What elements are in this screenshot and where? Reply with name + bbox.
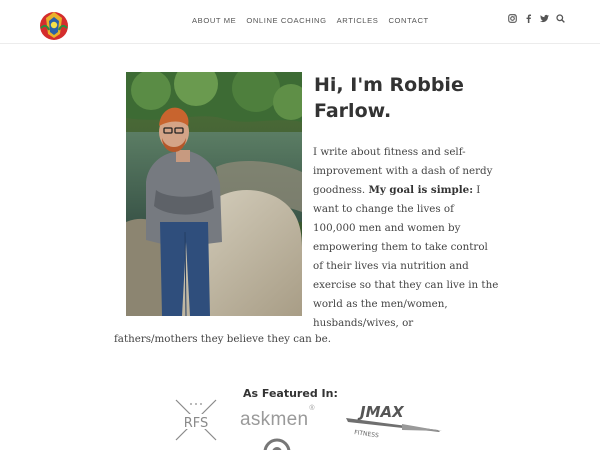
site-header: ABOUT ME ONLINE COACHING ARTICLES CONTAC… <box>0 0 600 44</box>
askmen-registered-mark: ® <box>309 404 315 412</box>
askmen-logo: askmen® <box>240 405 315 431</box>
nav-online-coaching[interactable]: ONLINE COACHING <box>246 16 326 25</box>
main-nav: ABOUT ME ONLINE COACHING ARTICLES CONTAC… <box>192 16 439 25</box>
bio-emphasis: My goal is simple: <box>368 184 474 196</box>
rfs-logo: RFS <box>175 399 217 441</box>
nav-articles[interactable]: ARTICLES <box>337 16 379 25</box>
twitter-icon[interactable] <box>540 14 549 23</box>
facebook-icon[interactable] <box>524 14 533 23</box>
search-icon[interactable] <box>556 14 565 23</box>
portrait-photo <box>126 72 302 316</box>
nav-contact[interactable]: CONTACT <box>388 16 428 25</box>
page-title: Hi, I'm Robbie Farlow. <box>314 74 464 122</box>
instagram-icon[interactable] <box>508 14 517 23</box>
jmax-logo-subtext: FITNESS <box>354 429 380 438</box>
bio-last-line: fathers/mothers they believe they can be… <box>114 333 332 345</box>
crest-logo-icon[interactable] <box>37 8 71 42</box>
bio-rest: I want to change the lives of 100,000 me… <box>313 184 499 329</box>
bio-text: I write about fitness and self-improveme… <box>313 143 499 333</box>
jmax-fitness-logo: JMAX FITNESS <box>346 403 442 438</box>
nav-about-me[interactable]: ABOUT ME <box>192 16 236 25</box>
social-links <box>508 14 549 23</box>
featured-heading: As Featured In: <box>243 387 338 400</box>
partial-logo-icon <box>263 438 291 450</box>
askmen-logo-text: askmen <box>240 409 309 430</box>
rfs-logo-text: RFS <box>184 416 209 431</box>
jmax-logo-text: JMAX <box>357 403 405 421</box>
